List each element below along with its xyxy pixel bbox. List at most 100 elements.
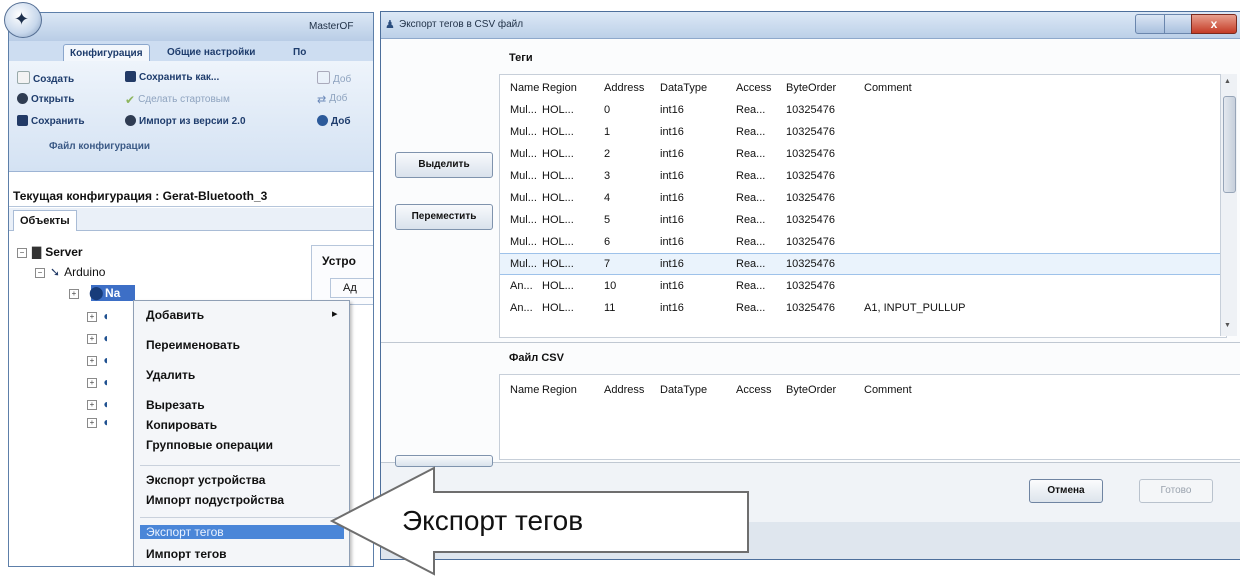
- tab-more[interactable]: По: [287, 44, 312, 61]
- table-cell: HOL...: [542, 170, 574, 182]
- menu-label: Переименовать: [146, 338, 240, 352]
- tab-configuration[interactable]: Конфигурация: [63, 44, 150, 62]
- add-button-3[interactable]: Доб: [317, 115, 351, 127]
- select-button[interactable]: Выделить: [395, 152, 493, 178]
- table-cell: 10325476: [786, 280, 835, 292]
- scroll-up-icon[interactable]: ▲: [1224, 78, 1231, 85]
- save-button[interactable]: Сохранить: [17, 115, 85, 127]
- column-header[interactable]: Address: [604, 379, 644, 401]
- table-cell: HOL...: [542, 126, 574, 138]
- node-icon: ⬤: [89, 285, 104, 300]
- cancel-button[interactable]: Отмена: [1029, 479, 1103, 503]
- move-button[interactable]: Переместить: [395, 204, 493, 230]
- table-cell: An...: [510, 280, 533, 292]
- column-header[interactable]: Access: [736, 379, 771, 401]
- expand-icon[interactable]: +: [87, 378, 97, 388]
- menu-label: Групповые операции: [146, 438, 274, 452]
- menu-item-export-tags[interactable]: Экспорт тегов: [140, 525, 344, 539]
- table-cell: HOL...: [542, 258, 574, 270]
- menu-item-copy[interactable]: Копировать: [146, 418, 217, 432]
- done-button[interactable]: Готово: [1139, 479, 1213, 503]
- column-header[interactable]: Address: [604, 77, 644, 99]
- tree-child-4[interactable]: + ◖: [87, 375, 113, 389]
- expand-icon[interactable]: +: [87, 312, 97, 322]
- selected-node-highlight[interactable]: ⬤ Na: [89, 285, 135, 301]
- collapse-icon[interactable]: −: [35, 268, 45, 278]
- create-label: Создать: [33, 74, 75, 85]
- expand-icon[interactable]: +: [87, 400, 97, 410]
- open-button[interactable]: Открыть: [17, 93, 74, 105]
- column-header[interactable]: Region: [542, 77, 577, 99]
- import-v2-button[interactable]: Импорт из версии 2.0: [125, 115, 246, 127]
- table-cell: 10325476: [786, 126, 835, 138]
- table-row-clipped[interactable]: [500, 319, 1226, 337]
- column-header[interactable]: Name: [510, 379, 539, 401]
- tree-child-6[interactable]: + ◖: [87, 415, 113, 429]
- expand-icon[interactable]: +: [87, 356, 97, 366]
- app-menu-button[interactable]: ✦: [4, 2, 42, 38]
- new-file-icon: [17, 71, 30, 84]
- tree-child-3[interactable]: + ◖: [87, 353, 113, 367]
- menu-item-export-device[interactable]: Экспорт устройства: [146, 473, 265, 487]
- table-row[interactable]: Mul... HOL... 0 int16 Rea... 10325476: [500, 99, 1226, 121]
- table-cell: 10: [604, 280, 617, 292]
- table-row[interactable]: Mul... HOL... 1 int16 Rea... 10325476: [500, 121, 1226, 143]
- table-cell: Rea...: [736, 104, 766, 116]
- menu-item-import-subdevice[interactable]: Импорт подустройства: [146, 493, 284, 507]
- column-header[interactable]: Comment: [864, 379, 912, 401]
- tree-child-2[interactable]: + ◖: [87, 331, 113, 345]
- column-header[interactable]: ByteOrder: [786, 379, 836, 401]
- column-header[interactable]: Name: [510, 77, 539, 99]
- expand-icon[interactable]: +: [87, 418, 97, 428]
- column-header[interactable]: ByteOrder: [786, 77, 836, 99]
- minimize-button[interactable]: [1135, 14, 1165, 34]
- add-icon: [317, 71, 330, 84]
- tab-general-settings[interactable]: Общие настройки: [161, 44, 261, 61]
- scroll-thumb[interactable]: [1223, 96, 1236, 193]
- tree-child-5[interactable]: + ◖: [87, 397, 113, 411]
- table-row[interactable]: An... HOL... 11 int16 Rea... 10325476 A1, INPU…: [500, 297, 1226, 319]
- column-header[interactable]: Access: [736, 77, 771, 99]
- add-button-2[interactable]: ⇄ Доб: [317, 93, 347, 106]
- column-header[interactable]: Comment: [864, 77, 912, 99]
- table-row[interactable]: Mul... HOL... 4 int16 Rea... 10325476: [500, 187, 1226, 209]
- menu-item-import-tags[interactable]: Импорт тегов: [146, 547, 227, 561]
- scroll-down-icon[interactable]: ▼: [1224, 322, 1231, 329]
- column-header[interactable]: DataType: [660, 77, 707, 99]
- table-row[interactable]: Mul... HOL... 6 int16 Rea... 10325476: [500, 231, 1226, 253]
- save-as-button[interactable]: Сохранить как...: [125, 71, 219, 83]
- table-row[interactable]: An... HOL... 10 int16 Rea... 10325476: [500, 275, 1226, 297]
- ribbon-panel: Создать Открыть Сохранить Сохранить как.…: [9, 61, 373, 172]
- tree-child-1[interactable]: + ◖: [87, 309, 113, 323]
- tree-node-server[interactable]: − ▇ Server: [17, 245, 83, 259]
- table-row[interactable]: Mul... HOL... 7 int16 Rea... 10325476: [500, 253, 1226, 275]
- collapse-icon[interactable]: −: [17, 248, 27, 258]
- create-button[interactable]: Создать: [17, 71, 74, 85]
- make-startup-label: Сделать стартовым: [138, 94, 230, 105]
- make-startup-button[interactable]: ✔ Сделать стартовым: [125, 93, 230, 107]
- table-cell: 10325476: [786, 192, 835, 204]
- expand-icon[interactable]: +: [87, 334, 97, 344]
- table-row[interactable]: Mul... HOL... 2 int16 Rea... 10325476: [500, 143, 1226, 165]
- menu-item-group-ops[interactable]: Групповые операции: [146, 438, 273, 452]
- menu-item-delete[interactable]: Удалить: [146, 368, 195, 382]
- table-row[interactable]: Mul... HOL... 5 int16 Rea... 10325476: [500, 209, 1226, 231]
- expand-icon[interactable]: +: [69, 289, 79, 299]
- column-header[interactable]: Region: [542, 379, 577, 401]
- table-cell: Rea...: [736, 280, 766, 292]
- maximize-button[interactable]: [1164, 14, 1192, 34]
- add-button-1[interactable]: Доб: [317, 71, 351, 85]
- column-header[interactable]: DataType: [660, 379, 707, 401]
- device-panel-label: Устро: [322, 254, 356, 268]
- table-row[interactable]: Mul... HOL... 3 int16 Rea... 10325476: [500, 165, 1226, 187]
- tree-node-arduino[interactable]: − ➘ Arduino: [35, 265, 105, 279]
- close-button[interactable]: x: [1191, 14, 1237, 34]
- menu-item-rename[interactable]: Переименовать: [146, 338, 240, 352]
- tree-node-selected[interactable]: +: [69, 286, 84, 300]
- menu-item-add[interactable]: Добавить: [146, 308, 204, 322]
- table-cell: An...: [510, 302, 533, 314]
- tab-objects[interactable]: Объекты: [13, 210, 77, 231]
- address-field[interactable]: Ад: [330, 278, 373, 298]
- tags-scrollbar[interactable]: ▲ ▼: [1220, 74, 1237, 336]
- menu-item-cut[interactable]: Вырезать: [146, 398, 205, 412]
